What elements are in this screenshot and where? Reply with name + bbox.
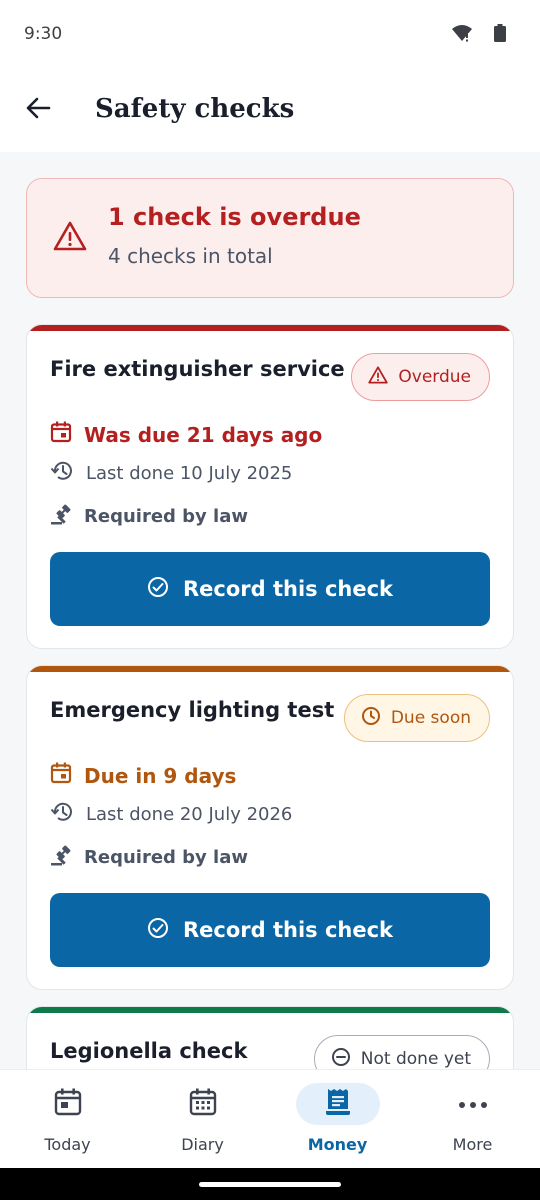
status-stripe (27, 1007, 513, 1013)
history-icon (50, 460, 74, 487)
nav-label: Today (44, 1135, 91, 1154)
warning-icon (53, 221, 87, 255)
gavel-icon (50, 503, 72, 530)
calendar-icon (50, 421, 72, 448)
bottom-navigation: Today Diary Money More (0, 1069, 540, 1168)
page-title: Safety checks (95, 94, 295, 124)
check-title: Fire extinguisher service (50, 357, 345, 381)
clock-icon (361, 706, 381, 731)
check-circle-icon (147, 917, 169, 944)
record-check-label: Record this check (182, 577, 394, 601)
status-badge-label: Due soon (390, 708, 471, 728)
status-badge: Due soon (343, 694, 490, 742)
last-done-text: Last done 10 July 2025 (86, 463, 293, 484)
nav-label: Money (307, 1135, 368, 1154)
requirement-text: Required by law (84, 506, 249, 527)
status-icons (452, 24, 506, 46)
warning-icon (368, 365, 389, 389)
nav-item-today[interactable]: Today (0, 1070, 135, 1169)
nav-item-diary[interactable]: Diary (135, 1070, 270, 1169)
check-title: Legionella check (50, 1039, 248, 1063)
check-title: Emergency lighting test (50, 698, 335, 722)
status-badge-label: Overdue (398, 367, 471, 387)
record-check-button[interactable]: Record this check (50, 552, 490, 626)
check-card-fire-extinguisher: Fire extinguisher service Overdue Was du… (26, 324, 514, 649)
arrow-back-icon (25, 96, 51, 124)
status-stripe (27, 666, 513, 672)
alert-title: 1 check is overdue (108, 203, 361, 231)
record-check-label: Record this check (182, 918, 394, 942)
wifi-icon (452, 24, 472, 46)
history-icon (50, 801, 74, 828)
check-card-legionella: Legionella check Not done yet (26, 1006, 514, 1069)
status-badge: Overdue (351, 353, 490, 401)
requirement-row: Required by law (50, 844, 248, 871)
nav-item-more[interactable]: More (405, 1070, 540, 1169)
system-gesture-bar (0, 1168, 540, 1200)
requirement-row: Required by law (50, 503, 248, 530)
calendar-today-icon (53, 1087, 83, 1121)
calendar-month-icon (188, 1087, 218, 1121)
due-text: Due in 9 days (84, 763, 237, 788)
status-badge-label: Not done yet (360, 1049, 471, 1069)
check-circle-icon (147, 576, 169, 603)
nav-label: More (452, 1135, 493, 1154)
check-card-emergency-lighting: Emergency lighting test Due soon Due in … (26, 665, 514, 990)
gavel-icon (50, 844, 72, 871)
nav-label: Diary (181, 1135, 224, 1154)
battery-icon (494, 24, 506, 46)
status-bar: 9:30 (0, 0, 540, 70)
more-horizontal-icon (458, 1095, 488, 1114)
last-done-row: Last done 10 July 2025 (50, 460, 292, 487)
alert-subtitle: 4 checks in total (108, 244, 273, 268)
last-done-text: Last done 20 July 2026 (86, 804, 293, 825)
status-badge: Not done yet (313, 1035, 490, 1070)
nav-item-money[interactable]: Money (270, 1070, 405, 1169)
due-row: Due in 9 days (50, 762, 236, 789)
record-check-button[interactable]: Record this check (50, 893, 490, 967)
minus-circle-icon (331, 1047, 351, 1070)
status-time: 9:30 (24, 24, 63, 44)
status-stripe (27, 325, 513, 331)
due-row: Was due 21 days ago (50, 421, 322, 448)
calendar-icon (50, 762, 72, 789)
app-bar: Safety checks (0, 70, 540, 152)
home-gesture-handle[interactable] (199, 1182, 341, 1187)
back-button[interactable] (18, 90, 58, 130)
due-text: Was due 21 days ago (84, 422, 323, 447)
requirement-text: Required by law (84, 847, 249, 868)
overdue-summary-alert: 1 check is overdue 4 checks in total (26, 178, 514, 298)
checks-list[interactable]: 1 check is overdue 4 checks in total Fir… (0, 152, 540, 1069)
receipt-icon (323, 1087, 353, 1121)
last-done-row: Last done 20 July 2026 (50, 801, 292, 828)
